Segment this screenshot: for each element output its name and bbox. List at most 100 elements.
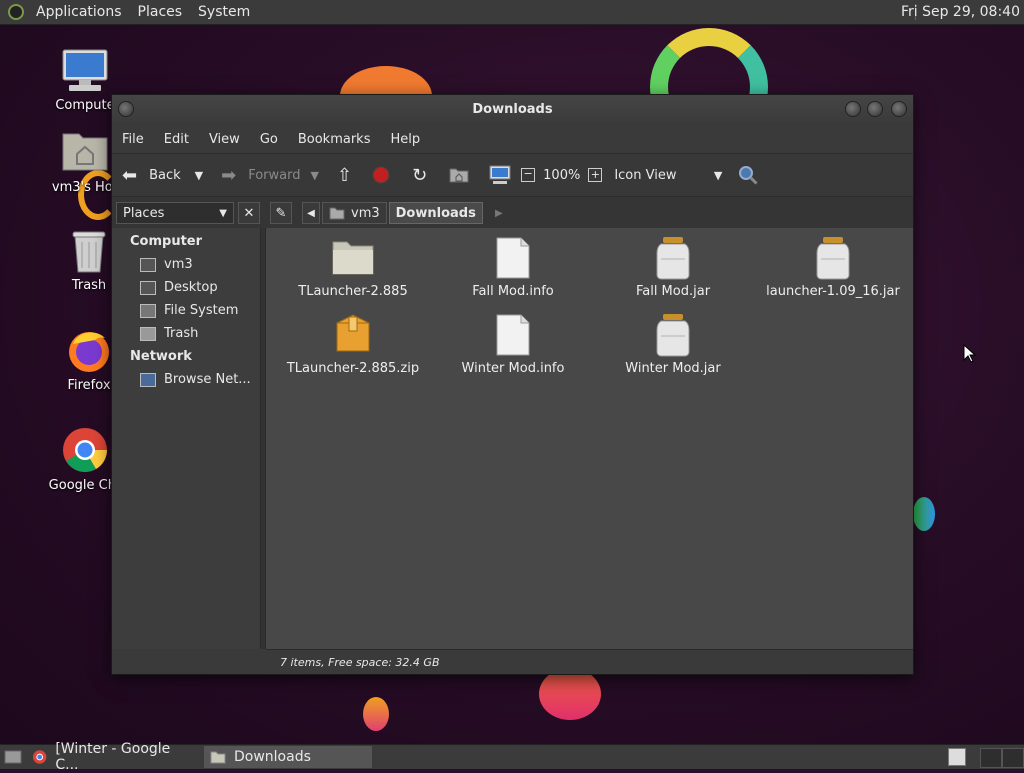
toolbar: ⬅ Back ▼ ➡ Forward ▼ ⇧ ↻ − 100% + Icon V… <box>112 153 913 197</box>
minimize-button[interactable] <box>845 101 861 117</box>
window-titlebar[interactable]: Downloads <box>112 95 913 125</box>
location-bar: Places ▼ ✕ ✎ ◀ vm3 Downloads ▶ <box>112 197 913 229</box>
document-icon <box>491 236 535 280</box>
menu-go[interactable]: Go <box>250 132 288 147</box>
file-item[interactable]: Winter Mod.jar <box>598 313 748 376</box>
sidebar-heading-network: Network <box>130 349 192 364</box>
view-mode-select[interactable]: Icon View ▼ <box>614 159 722 191</box>
jar-icon <box>811 236 855 280</box>
toggle-location-entry-button[interactable]: ✎ <box>270 202 292 224</box>
sidebar-type-select[interactable]: Places ▼ <box>116 202 234 224</box>
desktop-folder-icon <box>140 280 156 295</box>
trash-icon <box>140 326 156 341</box>
document-icon <box>491 313 535 357</box>
chevron-down-icon: ▼ <box>713 168 723 182</box>
file-item[interactable]: Fall Mod.jar <box>598 236 748 299</box>
workspace-1[interactable] <box>948 748 966 766</box>
crumb-vm3[interactable]: vm3 <box>322 202 387 224</box>
content-area: Computer vm3 Desktop File System Trash N… <box>112 228 913 649</box>
taskbar-item-chrome[interactable]: [Winter - Google C... <box>26 741 198 773</box>
search-button[interactable] <box>738 159 758 191</box>
window-title: Downloads <box>472 102 553 117</box>
file-item[interactable]: Winter Mod.info <box>438 313 588 376</box>
reload-button[interactable]: ↻ <box>412 159 427 191</box>
chrome-icon <box>61 426 109 474</box>
stop-button[interactable] <box>372 159 390 191</box>
crumb-scroll-left-button[interactable]: ◀ <box>302 202 320 224</box>
computer-icon <box>489 165 511 184</box>
mate-logo-icon[interactable] <box>8 4 24 20</box>
home-folder-icon <box>140 257 156 272</box>
forward-button[interactable]: ➡ Forward <box>221 159 300 191</box>
file-name: launcher-1.09_16.jar <box>766 284 900 299</box>
clock[interactable]: Fri Sep 29, 08:40 <box>901 0 1020 24</box>
jar-icon <box>651 313 695 357</box>
zoom-in-button[interactable]: + <box>588 159 603 191</box>
close-button[interactable] <box>891 101 907 117</box>
file-name: Fall Mod.info <box>472 284 554 299</box>
show-desktop-button[interactable] <box>0 746 26 768</box>
places-menu[interactable]: Places <box>130 0 191 24</box>
file-item[interactable]: TLauncher-2.885.zip <box>278 313 428 376</box>
menu-view[interactable]: View <box>199 132 250 147</box>
zoom-out-button[interactable]: − <box>521 159 536 191</box>
sidebar-item-file-system[interactable]: File System <box>112 299 260 322</box>
workspace-2[interactable] <box>980 748 1002 768</box>
up-button[interactable]: ⇧ <box>337 159 352 191</box>
drive-icon <box>140 303 156 318</box>
sidebar-item-browse-network[interactable]: Browse Net... <box>112 368 260 391</box>
folder-icon <box>210 751 226 764</box>
file-name: TLauncher-2.885 <box>298 284 408 299</box>
chevron-down-icon: ▼ <box>219 207 227 219</box>
workspace-3[interactable] <box>1002 748 1024 768</box>
back-history-dropdown[interactable]: ▼ <box>195 159 203 191</box>
archive-icon <box>331 313 375 357</box>
maximize-button[interactable] <box>867 101 883 117</box>
forward-history-dropdown[interactable]: ▼ <box>311 159 319 191</box>
file-item[interactable]: Fall Mod.info <box>438 236 588 299</box>
wallpaper-pink-shape <box>539 668 601 720</box>
sidebar-heading-computer: Computer <box>130 234 203 249</box>
places-sidebar: Computer vm3 Desktop File System Trash N… <box>112 228 260 649</box>
system-menu[interactable]: System <box>190 0 258 24</box>
menu-bar: File Edit View Go Bookmarks Help <box>112 125 913 153</box>
status-left-area <box>112 649 266 674</box>
crumb-downloads[interactable]: Downloads <box>388 202 483 224</box>
mouse-pointer-icon <box>963 344 977 363</box>
file-manager-window: Downloads File Edit View Go Bookmarks He… <box>111 94 914 675</box>
back-button[interactable]: ⬅ Back <box>122 159 181 191</box>
home-folder-icon <box>449 168 469 183</box>
crumb-scroll-right-button[interactable]: ▶ <box>491 202 507 224</box>
applications-menu[interactable]: Applications <box>28 0 130 24</box>
network-icon <box>140 372 156 387</box>
zoom-level[interactable]: 100% <box>543 159 580 191</box>
up-arrow-icon: ⇧ <box>336 164 353 186</box>
close-sidebar-button[interactable]: ✕ <box>238 202 260 224</box>
file-name: Fall Mod.jar <box>635 284 711 299</box>
menu-edit[interactable]: Edit <box>154 132 199 147</box>
file-item[interactable]: launcher-1.09_16.jar <box>758 236 908 299</box>
menu-bookmarks[interactable]: Bookmarks <box>288 132 381 147</box>
workspace-switcher[interactable] <box>948 746 966 768</box>
computer-icon <box>61 46 109 94</box>
menu-file[interactable]: File <box>112 132 154 147</box>
zoom-in-icon: + <box>588 168 603 182</box>
home-button[interactable] <box>449 159 469 191</box>
zoom-out-icon: − <box>521 168 536 182</box>
wallpaper-teal-shape <box>913 497 935 531</box>
file-item[interactable]: TLauncher-2.885 <box>278 236 428 299</box>
sidebar-item-vm3[interactable]: vm3 <box>112 253 260 276</box>
reload-icon: ↻ <box>412 164 428 186</box>
stop-icon <box>372 166 390 184</box>
chevron-right-icon: ▶ <box>494 207 503 219</box>
close-icon: ✕ <box>243 205 255 221</box>
sidebar-item-desktop[interactable]: Desktop <box>112 276 260 299</box>
computer-button[interactable] <box>489 159 511 191</box>
file-name: Winter Mod.jar <box>625 361 721 376</box>
sidebar-item-trash[interactable]: Trash <box>112 322 260 345</box>
taskbar-item-downloads[interactable]: Downloads <box>204 746 372 768</box>
home-folder-icon <box>329 207 345 219</box>
menu-help[interactable]: Help <box>380 132 430 147</box>
chrome-icon <box>32 750 47 764</box>
jar-icon <box>651 236 695 280</box>
